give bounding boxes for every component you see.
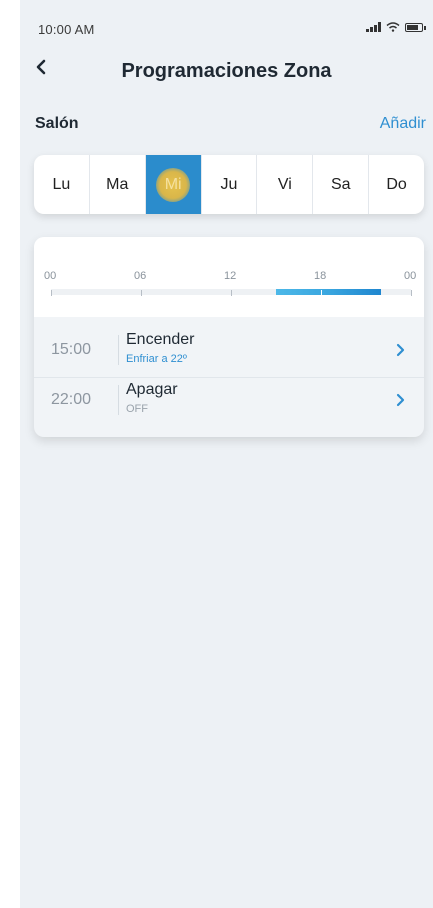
day-label: Ju [220,175,238,193]
status-icons [366,22,426,32]
app-screen: 10:00 AM Programaciones Zona Salón Añadi… [20,0,433,908]
wifi-icon [386,22,400,32]
day-label: Sa [330,175,351,193]
timeline-tick-label: 00 [404,270,417,282]
event-divider [118,335,119,365]
timeline-tick [141,290,142,296]
event-detail: Enfriar a 22º [126,353,187,365]
day-label: Do [386,175,407,193]
day-vi[interactable]: Vi [257,155,314,214]
schedule-event[interactable]: 22:00 Apagar OFF [34,377,424,425]
event-action: Encender [126,331,195,348]
day-sa[interactable]: Sa [313,155,370,214]
day-timeline: 00 06 12 18 00 [34,237,424,317]
day-label: Lu [52,175,71,193]
header: Programaciones Zona [20,52,433,92]
chevron-right-icon[interactable] [396,393,406,407]
event-divider [118,385,119,415]
day-label: Mi [164,175,182,193]
timeline-tick [51,290,52,296]
day-ma[interactable]: Ma [90,155,146,214]
timeline-tick [411,290,412,296]
day-do[interactable]: Do [369,155,424,214]
timeline-tick-label: 06 [134,270,147,282]
page-title: Programaciones Zona [121,60,332,82]
zone-name: Salón [35,115,79,132]
event-time: 22:00 [51,391,92,408]
timeline-tick-label: 12 [224,270,237,282]
day-label: Ma [106,175,129,193]
schedule-card: 00 06 12 18 00 15:00 Encender Enfriar a 22º … [34,237,424,437]
day-selector: Lu Ma Mi Ju Vi Sa Do [34,155,424,214]
timeline-tick-label: 00 [44,270,57,282]
active-range-bar [276,289,381,295]
event-time: 15:00 [51,341,92,358]
day-ju[interactable]: Ju [202,155,258,214]
day-mi[interactable]: Mi [145,155,202,214]
zone-row: Salón Añadir [20,115,433,139]
event-action: Apagar [126,381,178,398]
timeline-tick [321,290,322,296]
timeline-tick [231,290,232,296]
day-label: Vi [277,175,292,193]
status-time: 10:00 AM [38,22,95,37]
signal-icon [366,22,381,32]
add-schedule-link[interactable]: Añadir [380,115,426,133]
chevron-right-icon[interactable] [396,343,406,357]
timeline-tick-label: 18 [314,270,327,282]
battery-icon [405,22,426,32]
day-lu[interactable]: Lu [34,155,90,214]
event-detail: OFF [126,403,148,415]
schedule-event[interactable]: 15:00 Encender Enfriar a 22º [34,327,424,375]
status-bar: 10:00 AM [20,0,433,44]
